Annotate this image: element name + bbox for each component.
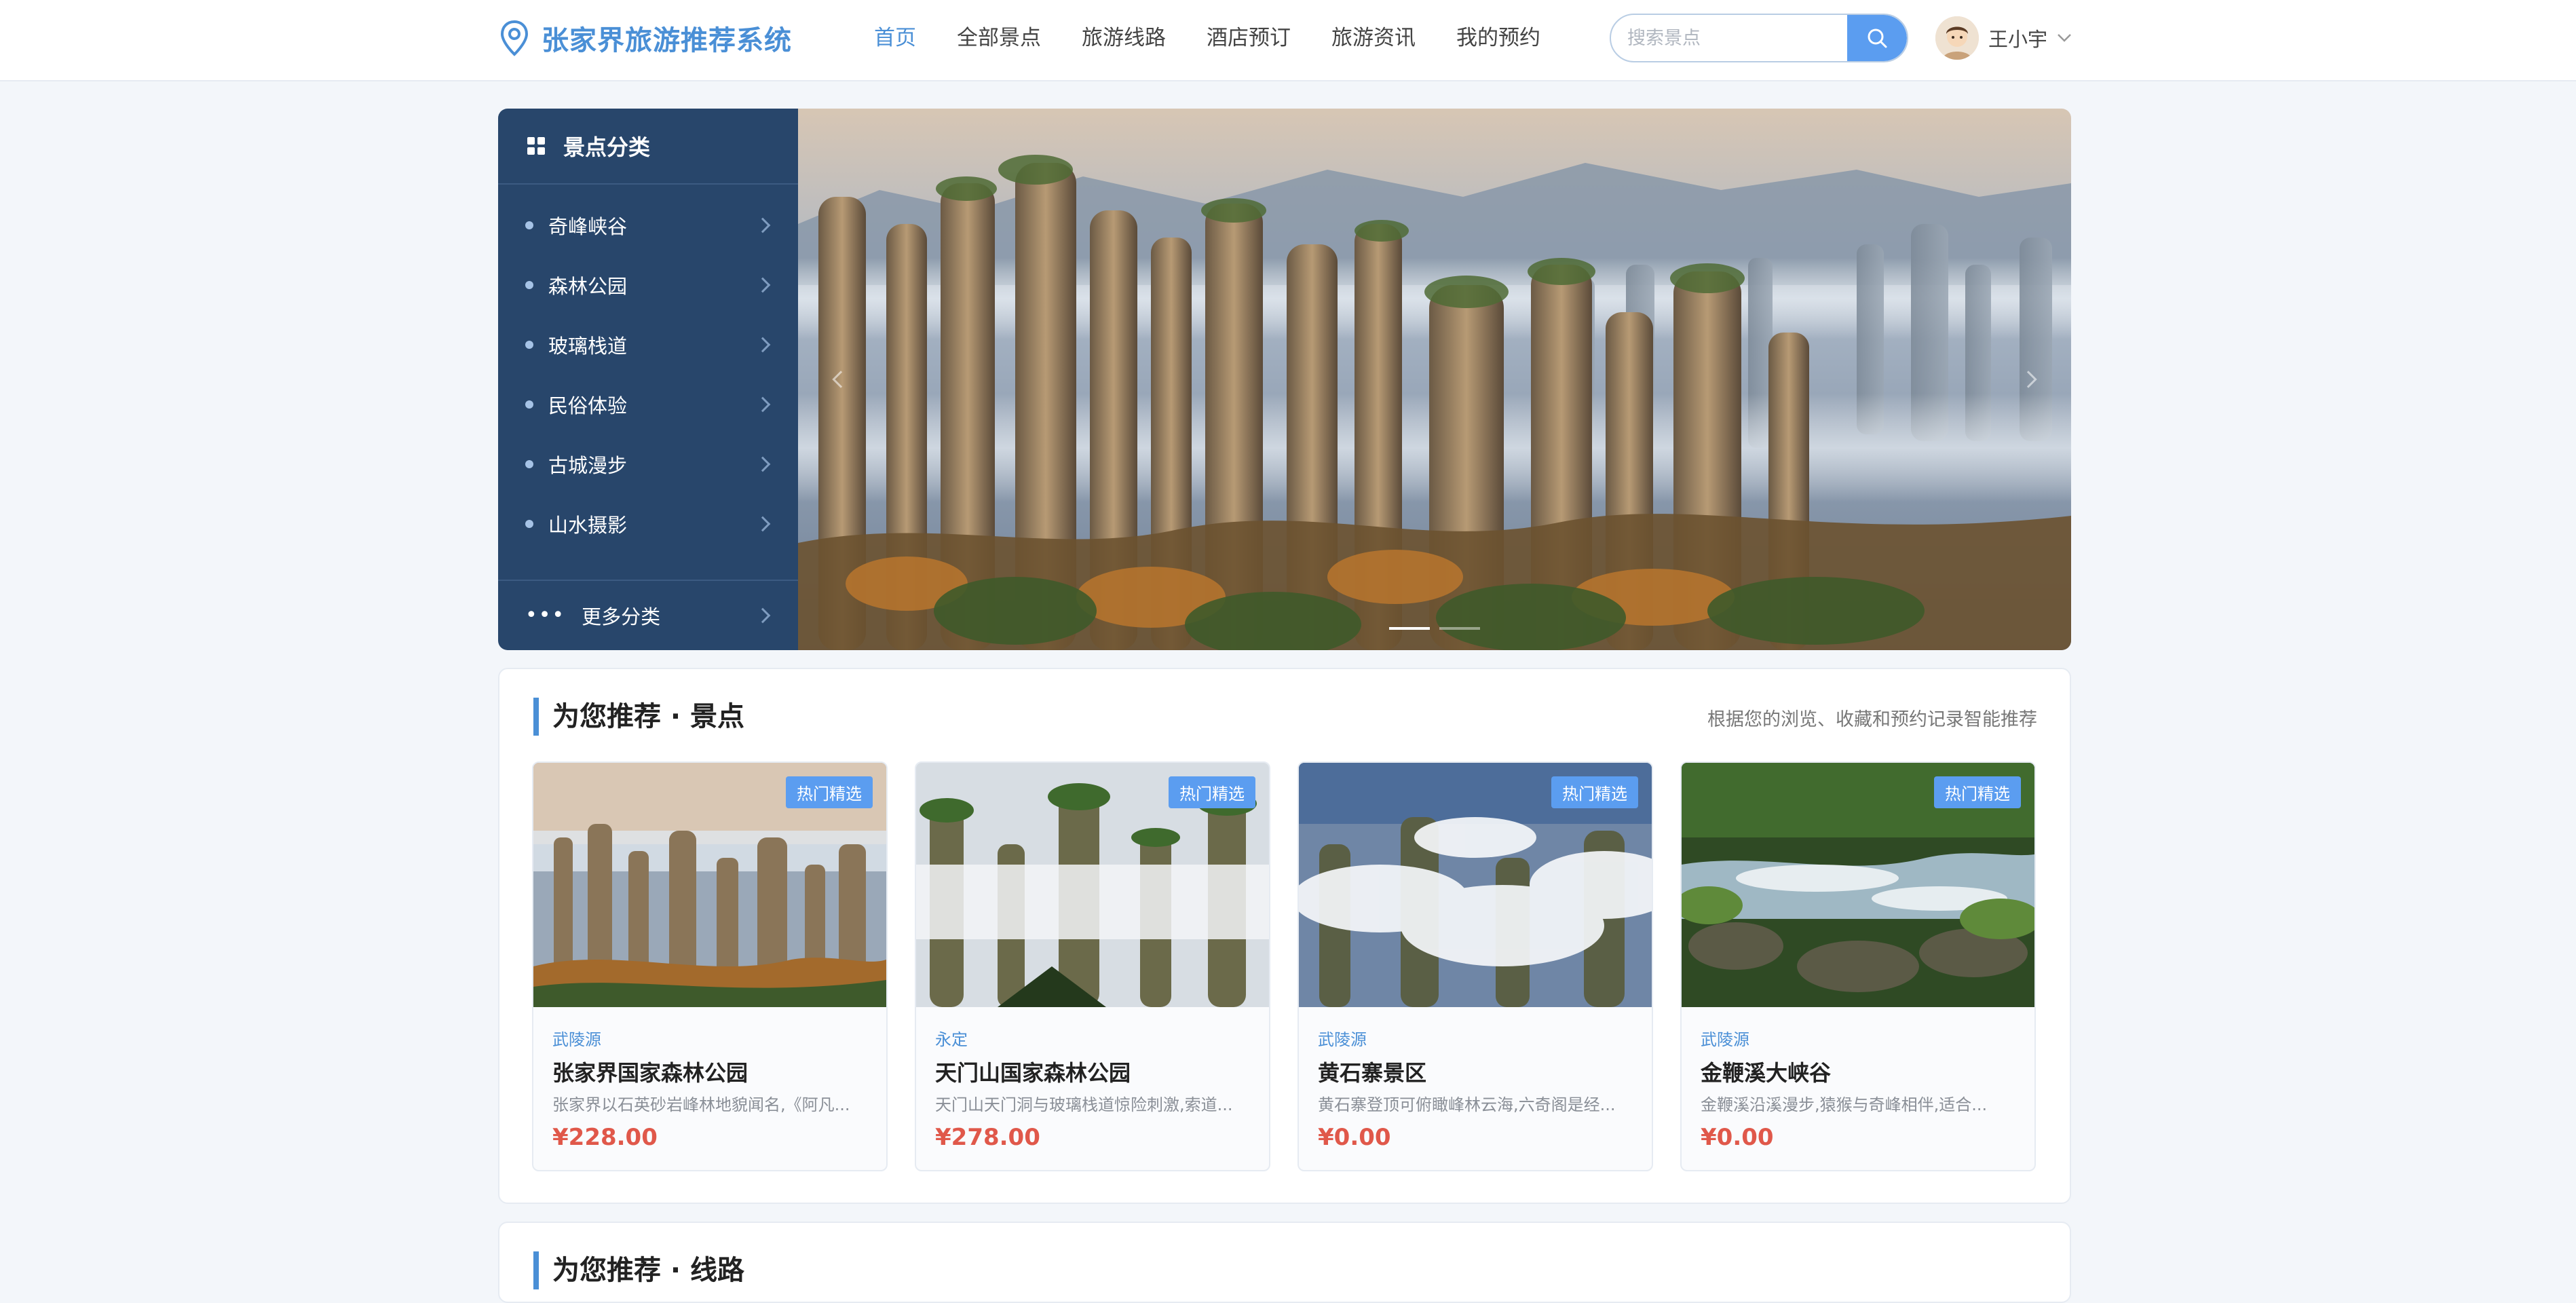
bullet-icon [525, 520, 533, 528]
main-nav: 首页 全部景点 旅游线路 酒店预订 旅游资讯 我的预约 [874, 19, 1581, 57]
hero-banner[interactable] [798, 109, 2071, 650]
attraction-desc: 金鞭溪沿溪漫步,猿猴与奇峰相伴,适合... [1701, 1095, 1988, 1114]
search-box [1610, 14, 1908, 62]
chevron-down-icon [2058, 34, 2071, 42]
attraction-card-list: 热门精选 武陵源 张家界国家森林公园 张家界以石英砂岩峰林地貌闻名,《阿凡...… [532, 761, 2036, 1171]
attraction-card[interactable]: 热门精选 武陵源 张家界国家森林公园 张家界以石英砂岩峰林地貌闻名,《阿凡...… [532, 761, 888, 1171]
chevron-right-icon [755, 217, 771, 233]
banner-indicator-2[interactable] [1439, 627, 1480, 630]
attraction-image: 热门精选 [1299, 763, 1652, 1007]
category-item-folk[interactable]: 民俗体验 [498, 375, 798, 434]
attraction-region: 武陵源 [552, 1030, 601, 1049]
nav-news[interactable]: 旅游资讯 [1331, 19, 1416, 57]
nav-hotels[interactable]: 酒店预订 [1207, 19, 1291, 57]
category-label: 古城漫步 [548, 454, 628, 477]
nav-my-bookings[interactable]: 我的预约 [1456, 19, 1540, 57]
user-menu[interactable]: 王小宇 [1935, 15, 2072, 61]
hot-pick-badge: 热门精选 [786, 776, 873, 808]
hot-pick-badge: 热门精选 [1551, 776, 1638, 808]
category-item-ancient-town[interactable]: 古城漫步 [498, 434, 798, 494]
attraction-name: 黄石寨景区 [1318, 1060, 1427, 1086]
category-item-forest[interactable]: 森林公园 [498, 255, 798, 315]
chevron-right-icon [755, 337, 771, 353]
section-title: 为您推荐 · 线路 [533, 1251, 744, 1289]
banner-indicator-1[interactable] [1389, 627, 1430, 630]
hot-pick-badge: 热门精选 [1934, 776, 2021, 808]
attraction-image: 热门精选 [533, 763, 886, 1007]
section-subtitle: 根据您的浏览、收藏和预约记录智能推荐 [1707, 709, 2037, 730]
search-input[interactable] [1611, 15, 1849, 61]
attraction-region: 武陵源 [1701, 1030, 1749, 1049]
bullet-icon [525, 460, 533, 468]
category-label: 玻璃栈道 [548, 335, 628, 358]
top-navbar: 张家界旅游推荐系统 首页 全部景点 旅游线路 酒店预订 旅游资讯 我的预约 搜索… [0, 0, 2576, 81]
attraction-desc: 黄石寨登顶可俯瞰峰林云海,六奇阁是经... [1318, 1095, 1616, 1114]
recommend-attractions-section: 为您推荐 · 景点 根据您的浏览、收藏和预约记录智能推荐 热门精选 武陵源 张家… [498, 668, 2071, 1204]
attraction-price: ¥0.00 [1701, 1124, 1774, 1151]
category-list: 奇峰峡谷 森林公园 玻璃栈道 民俗体验 古城漫步 山水摄影 [498, 185, 798, 554]
bullet-icon [525, 281, 533, 289]
avatar [1935, 16, 1979, 60]
hero-section: 景点分类 奇峰峡谷 森林公园 玻璃栈道 民俗体验 古城漫步 山水摄影 ••• 更… [498, 109, 2071, 650]
attraction-card[interactable]: 热门精选 武陵源 黄石寨景区 黄石寨登顶可俯瞰峰林云海,六奇阁是经... ¥0.… [1298, 761, 1653, 1171]
chevron-right-icon [755, 456, 771, 472]
search-icon [1868, 29, 1887, 48]
banner-indicators [798, 627, 2071, 630]
category-label: 奇峰峡谷 [548, 215, 628, 238]
brand[interactable]: 张家界旅游推荐系统 [499, 19, 792, 57]
chevron-right-icon [755, 516, 771, 532]
category-label: 森林公园 [548, 275, 628, 298]
attraction-name: 金鞭溪大峡谷 [1701, 1060, 1832, 1086]
attraction-region: 永定 [935, 1030, 968, 1049]
attraction-image: 热门精选 [916, 763, 1269, 1007]
location-pin-icon [500, 20, 529, 56]
brand-title: 张家界旅游推荐系统 [542, 25, 792, 56]
category-label: 民俗体验 [548, 394, 628, 417]
attraction-desc: 张家界以石英砂岩峰林地貌闻名,《阿凡... [552, 1095, 850, 1114]
recommend-routes-section: 为您推荐 · 线路 [498, 1222, 2071, 1303]
user-name: 王小宇 [1988, 28, 2048, 51]
grid-icon [527, 137, 545, 155]
hot-pick-badge: 热门精选 [1169, 776, 1255, 808]
category-item-peaks[interactable]: 奇峰峡谷 [498, 195, 798, 255]
attraction-card[interactable]: 热门精选 永定 天门山国家森林公园 天门山天门洞与玻璃栈道惊险刺激,索道... … [915, 761, 1270, 1171]
category-item-glass-walkway[interactable]: 玻璃栈道 [498, 315, 798, 375]
attraction-name: 天门山国家森林公园 [935, 1060, 1131, 1086]
category-menu-title: 景点分类 [563, 134, 651, 160]
section-title: 为您推荐 · 景点 [533, 698, 744, 736]
chevron-right-icon [755, 277, 771, 293]
nav-routes[interactable]: 旅游线路 [1082, 19, 1166, 57]
category-item-photography[interactable]: 山水摄影 [498, 494, 798, 554]
search-button[interactable] [1847, 15, 1907, 61]
chevron-right-icon [755, 607, 771, 624]
category-menu: 景点分类 奇峰峡谷 森林公园 玻璃栈道 民俗体验 古城漫步 山水摄影 ••• 更… [498, 109, 798, 650]
more-categories-label: 更多分类 [582, 605, 661, 628]
attraction-price: ¥278.00 [935, 1124, 1040, 1151]
attraction-region: 武陵源 [1318, 1030, 1367, 1049]
attraction-name: 张家界国家森林公园 [552, 1060, 749, 1086]
category-menu-header: 景点分类 [498, 109, 798, 185]
chevron-right-icon [755, 396, 771, 413]
category-label: 山水摄影 [548, 514, 628, 537]
nav-all-attractions[interactable]: 全部景点 [957, 19, 1041, 57]
attraction-desc: 天门山天门洞与玻璃栈道惊险刺激,索道... [935, 1095, 1233, 1114]
bullet-icon [525, 341, 533, 349]
banner-landscape-image [798, 109, 2071, 650]
bullet-icon [525, 400, 533, 409]
more-categories-button[interactable]: ••• 更多分类 [498, 580, 798, 650]
nav-home[interactable]: 首页 [874, 19, 916, 57]
bullet-icon [525, 221, 533, 229]
attraction-card[interactable]: 热门精选 武陵源 金鞭溪大峡谷 金鞭溪沿溪漫步,猿猴与奇峰相伴,适合... ¥0… [1680, 761, 2036, 1171]
attraction-price: ¥228.00 [552, 1124, 658, 1151]
attraction-image: 热门精选 [1682, 763, 2034, 1007]
attraction-price: ¥0.00 [1318, 1124, 1391, 1151]
more-icon: ••• [525, 603, 566, 627]
